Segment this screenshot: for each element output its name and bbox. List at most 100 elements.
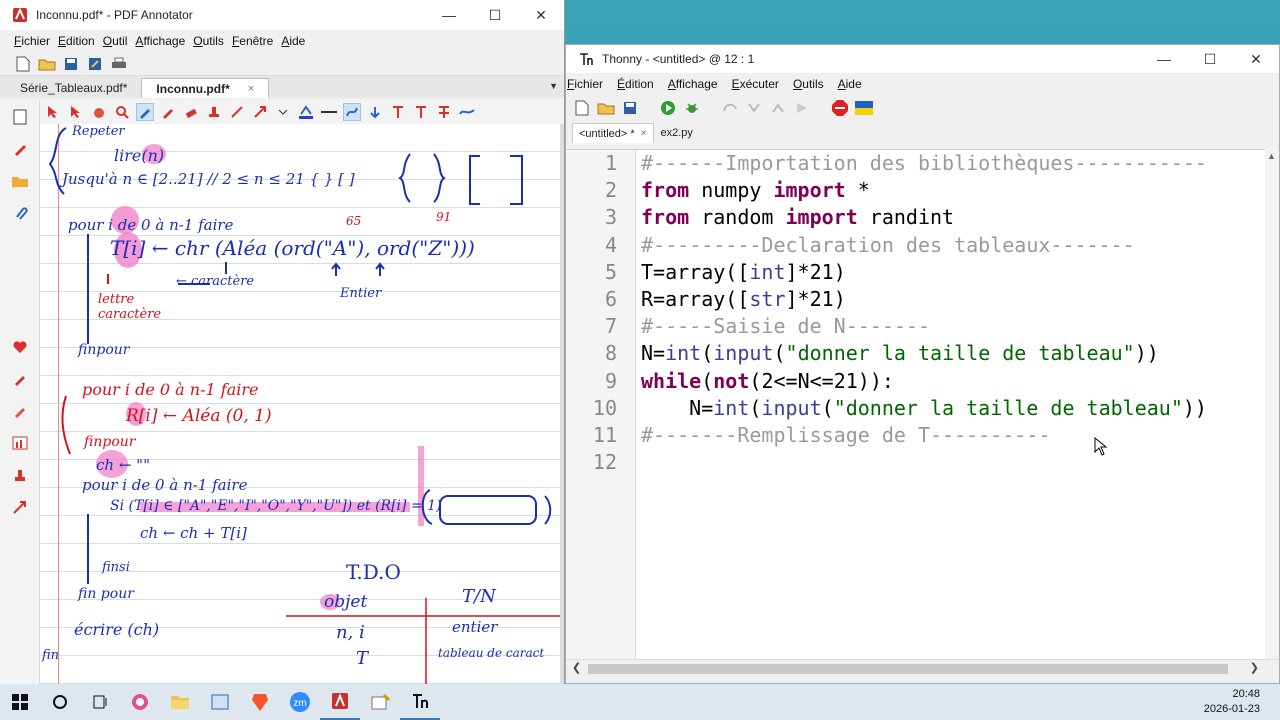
line-width-icon[interactable]: [320, 103, 338, 121]
code-line[interactable]: from numpy import *: [641, 177, 1279, 204]
pen-annotate-icon[interactable]: [136, 103, 154, 121]
close-icon[interactable]: ✕: [518, 0, 564, 30]
tab-serie-tableaux[interactable]: Série_Tableaux.pdf*: [6, 78, 141, 98]
text-box-icon[interactable]: [412, 103, 430, 121]
menu-aide[interactable]: Aide: [838, 77, 862, 91]
scroll-right-icon[interactable]: ❯: [1250, 661, 1259, 674]
menu-affichage[interactable]: Affichage: [668, 77, 718, 91]
tab-close-icon[interactable]: ×: [641, 128, 647, 139]
scroll-up-icon[interactable]: ▲: [1267, 151, 1276, 161]
open-file-icon[interactable]: [596, 98, 616, 118]
debug-icon[interactable]: [682, 98, 702, 118]
scroll-left-icon[interactable]: ❮: [572, 661, 581, 674]
scroll-thumb[interactable]: [588, 664, 1228, 674]
code-line[interactable]: from random import randint: [641, 204, 1279, 231]
print-icon[interactable]: [110, 55, 128, 73]
highlighter-icon[interactable]: [3, 364, 37, 394]
chevron-down-icon[interactable]: [274, 103, 292, 121]
menu-aide[interactable]: Aide: [281, 34, 305, 48]
new-document-icon[interactable]: [14, 55, 32, 73]
menu-outils[interactable]: Outils: [793, 77, 824, 91]
highlighter-tool-icon[interactable]: [159, 103, 177, 121]
zoom-icon[interactable]: [113, 103, 131, 121]
zoom-app-icon[interactable]: zm: [280, 684, 320, 720]
file-explorer-icon[interactable]: [160, 684, 200, 720]
squiggle-icon[interactable]: [458, 103, 476, 121]
maximize-icon[interactable]: ☐: [472, 0, 518, 30]
code-line[interactable]: #-------Remplissage de T----------: [641, 422, 1279, 449]
strikeout-icon[interactable]: [435, 103, 453, 121]
new-file-icon[interactable]: [572, 98, 592, 118]
attachment-icon[interactable]: [3, 198, 37, 228]
pen-tool-icon[interactable]: [3, 134, 37, 164]
brave-browser-icon[interactable]: [240, 684, 280, 720]
paint-icon[interactable]: [200, 684, 240, 720]
chart-icon[interactable]: [3, 428, 37, 458]
text-tool-icon[interactable]: [389, 103, 407, 121]
tab-untitled[interactable]: <untitled> * ×: [572, 123, 654, 143]
maximize-icon[interactable]: ☐: [1187, 45, 1233, 73]
stamp-tool-icon[interactable]: [205, 103, 223, 121]
code-line[interactable]: #------Importation des bibliothèques----…: [641, 150, 1279, 177]
thonny-taskbar-icon[interactable]: [400, 684, 440, 720]
code-line[interactable]: [641, 449, 1279, 476]
menu-fenetre[interactable]: Fenêtre: [232, 34, 273, 48]
line-tool-icon[interactable]: [228, 103, 246, 121]
menu-fichier[interactable]: Fichier: [567, 77, 603, 91]
menu-outil[interactable]: Outil: [103, 34, 128, 48]
menu-fichier[interactable]: Fichier: [14, 34, 50, 48]
code-line[interactable]: T=array([int]*21): [641, 259, 1279, 286]
search-circle-icon[interactable]: [40, 684, 80, 720]
taskbar-clock[interactable]: 20:48 2026-01-23: [1204, 687, 1260, 717]
pdf-page[interactable]: Repeter lire(n) Jusqu'à n ∈ [2..21] // 2…: [40, 124, 560, 684]
favorite-heart-icon[interactable]: [3, 332, 37, 362]
code-line[interactable]: R=array([str]*21): [641, 286, 1279, 313]
save-file-icon[interactable]: [620, 98, 640, 118]
tabs-dropdown-icon[interactable]: ▼: [549, 81, 558, 91]
eraser-icon[interactable]: [182, 103, 200, 121]
close-icon[interactable]: ✕: [1233, 45, 1279, 73]
tab-inconnu[interactable]: Inconnu.pdf* ×: [141, 78, 270, 98]
open-folder-icon[interactable]: [38, 55, 56, 73]
snipping-tool-icon[interactable]: [120, 684, 160, 720]
freehand-tool-icon[interactable]: [343, 103, 361, 121]
code-token: R=array([: [641, 286, 750, 311]
tab-ex2[interactable]: ex2.py: [654, 123, 700, 143]
save-icon[interactable]: [62, 55, 80, 73]
insert-space-icon[interactable]: [366, 103, 384, 121]
menu-edition[interactable]: Édition: [617, 77, 654, 91]
pdf-annotator-taskbar-icon[interactable]: [320, 684, 360, 720]
folder-icon[interactable]: [3, 166, 37, 196]
editor-horizontal-scrollbar[interactable]: ❮ ❯: [566, 659, 1279, 677]
code-line[interactable]: #---------Declaration des tableaux------…: [641, 232, 1279, 259]
code-line[interactable]: while(not(2<=N<=21)):: [641, 368, 1279, 395]
save-as-icon[interactable]: [86, 55, 104, 73]
menu-executer[interactable]: Exécuter: [732, 77, 779, 91]
arrow-tool-icon[interactable]: [3, 492, 37, 522]
ink-color-icon[interactable]: [297, 103, 315, 121]
task-view-icon[interactable]: [80, 684, 120, 720]
stop-icon[interactable]: [830, 98, 850, 118]
select-text-icon[interactable]: [67, 103, 85, 121]
menu-edition[interactable]: Edition: [58, 34, 95, 48]
editor-vertical-scrollbar[interactable]: ▲: [1265, 149, 1279, 659]
code-line[interactable]: N=int(input("donner la taille de tableau…: [641, 340, 1279, 367]
menu-outils[interactable]: Outils: [193, 34, 224, 48]
arrow-line-icon[interactable]: [251, 103, 269, 121]
hand-pan-icon[interactable]: [90, 103, 108, 121]
code-line[interactable]: #-----Saisie de N-------: [641, 313, 1279, 340]
code-line[interactable]: N=int(input("donner la taille de tableau…: [641, 395, 1279, 422]
run-icon[interactable]: [658, 98, 678, 118]
paint-brush-icon[interactable]: [360, 684, 400, 720]
minimize-icon[interactable]: —: [1141, 45, 1187, 73]
code-area[interactable]: #------Importation des bibliothèques----…: [641, 150, 1279, 659]
select-arrow-icon[interactable]: [44, 103, 62, 121]
minimize-icon[interactable]: —: [426, 0, 472, 30]
stamp-icon[interactable]: [3, 460, 37, 490]
page-view-icon[interactable]: [3, 102, 37, 132]
code-editor[interactable]: 1 2 3 4 5 6 7 8 9 10 11 12 #------Importation des b…: [566, 149, 1279, 659]
start-windows-icon[interactable]: [0, 684, 40, 720]
menu-affichage[interactable]: Affichage: [135, 34, 185, 48]
marker-icon[interactable]: [3, 396, 37, 426]
tab-close-icon[interactable]: ×: [248, 83, 254, 95]
